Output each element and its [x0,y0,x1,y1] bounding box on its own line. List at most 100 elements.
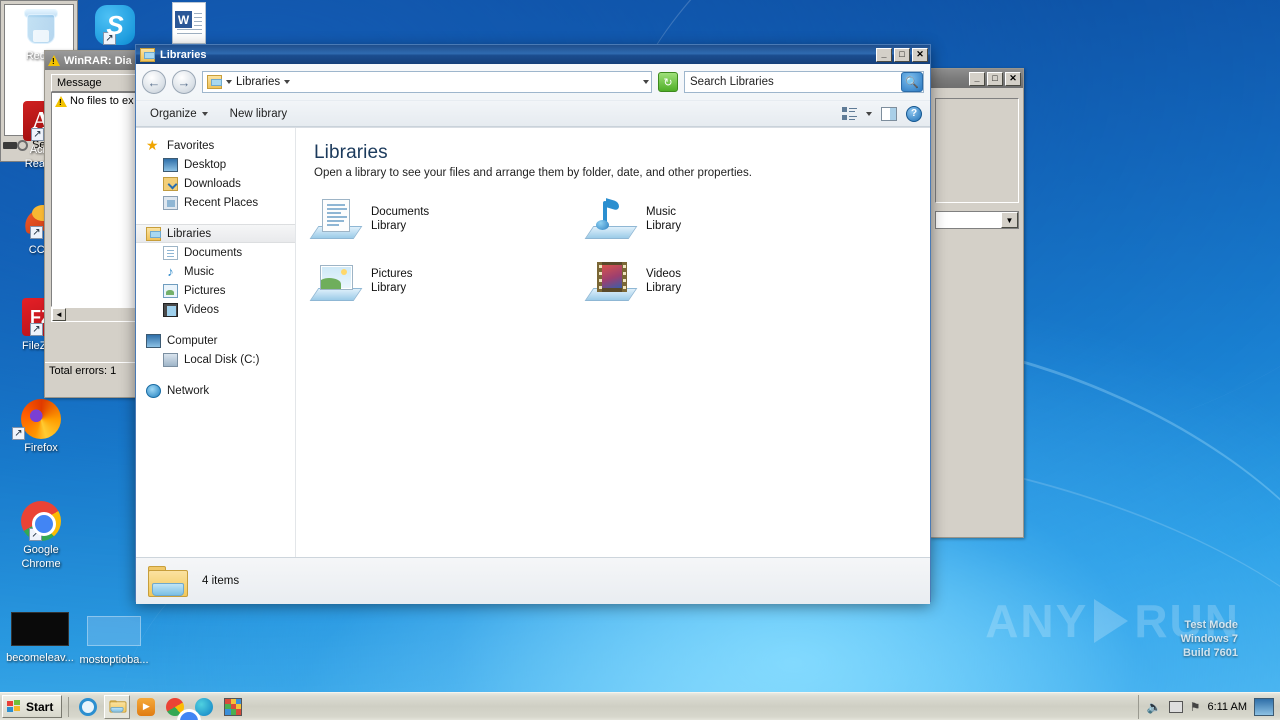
taskbar-button-internet-explorer[interactable] [75,695,101,719]
close-button[interactable]: ✕ [1005,71,1021,86]
new-library-label: New library [229,107,288,120]
maximize-button[interactable]: □ [987,71,1003,86]
library-tile-text: Videos Library [646,267,681,295]
shortcut-arrow-icon: ↗ [12,427,25,440]
firefox-icon: ↗ [4,398,78,440]
system-tray[interactable]: 🔈 ⚑ 6:11 AM [1137,694,1278,719]
search-icon[interactable]: 🔍 [901,72,923,92]
library-tile-text: Documents Library [371,205,429,233]
desktop-icon-google-chrome[interactable]: ↗ Google Chrome [4,500,78,570]
desktop-icon-becomeleav[interactable]: becomeleav... [5,608,75,664]
flag-icon[interactable]: ⚑ [1190,700,1201,714]
back-button[interactable]: ← [142,70,166,94]
sidebar-item-downloads[interactable]: Downloads [136,174,295,193]
search-input[interactable]: Search Libraries 🔍 [684,71,924,93]
warning-icon [48,55,60,66]
sidebar-item-pictures[interactable]: Pictures [136,281,295,300]
windows-explorer-window[interactable]: Libraries _ □ ✕ ← → Libraries ↻ Search L… [135,44,931,604]
refresh-button[interactable]: ↻ [658,72,678,92]
sidebar-item-local-disk[interactable]: Local Disk (C:) [136,350,295,369]
preview-pane-icon[interactable] [881,106,897,121]
sidebar-item-label: Music [184,265,215,278]
library-tile-videos[interactable]: Videos Library [584,261,864,301]
desktop-icon-mostoptioba[interactable]: mostoptioba... [78,610,150,666]
videos-icon [163,302,178,317]
sidebar-item-desktop[interactable]: Desktop [136,155,295,174]
navigation-pane[interactable]: ★ Favorites Desktop Downloads Recent Pla… [136,128,296,557]
organize-button[interactable]: Organize [144,105,214,123]
taskbar[interactable]: Start ▶ 🔈 ⚑ 6:11 AM [0,692,1280,720]
library-type: Library [646,220,682,232]
network-icon[interactable] [1168,700,1183,713]
address-bar[interactable]: Libraries [202,71,652,93]
item-count: 4 items [202,575,240,587]
minimize-button[interactable]: _ [969,71,985,86]
start-label: Start [26,699,54,714]
sidebar-item-label: Downloads [184,177,241,190]
sidebar-item-favorites[interactable]: ★ Favorites [136,136,295,155]
sidebar-item-label: Desktop [184,158,227,171]
sidebar-item-recent-places[interactable]: Recent Places [136,193,295,212]
new-library-button[interactable]: New library [224,105,294,123]
chrome-icon [166,697,202,720]
show-desktop-icon[interactable] [1254,697,1274,716]
taskbar-button-colorful-app[interactable] [220,695,246,719]
minimize-button[interactable]: _ [876,47,892,62]
blank-thumbnail-icon [78,610,150,652]
address-history-dropdown-icon[interactable] [643,80,649,84]
shortcut-arrow-icon: ↗ [30,323,43,336]
library-type: Library [646,282,682,294]
change-view-icon[interactable] [842,106,857,121]
desktop-icon-skype[interactable]: ↗ [78,4,152,46]
forward-button[interactable]: → [172,70,196,94]
start-button[interactable]: Start [2,695,63,718]
library-tile-pictures[interactable]: Pictures Library [309,261,589,301]
sidebar-item-libraries[interactable]: Libraries [136,224,295,243]
music-icon: ♪ [167,263,174,279]
maximize-button[interactable]: □ [894,47,910,62]
volume-icon[interactable]: 🔈 [1147,700,1162,714]
documents-icon [163,245,178,260]
breadcrumb[interactable]: Libraries [236,76,280,88]
clock[interactable]: 6:11 AM [1207,701,1247,713]
desktop-icon-firefox[interactable]: ↗ Firefox [4,398,78,454]
sidebar-item-network[interactable]: Network [136,381,295,400]
desktop-icon-label: becomeleav... [6,652,74,664]
shortcut-arrow-icon: ↗ [29,528,42,541]
help-icon[interactable]: ? [906,105,922,122]
breadcrumb-chevron-icon[interactable] [284,80,291,84]
library-tile-music[interactable]: Music Library [584,198,864,239]
desktop-icon-word-document[interactable]: W [152,2,226,44]
taskbar-button-media-player[interactable]: ▶ [133,695,159,719]
chevron-down-icon[interactable]: ▼ [1001,212,1018,228]
taskbar-button-windows-explorer[interactable] [104,694,131,719]
background-window-dropdown[interactable]: ▼ [935,211,1019,229]
library-name: Videos [646,268,681,280]
network-icon [146,383,161,398]
library-tile-documents[interactable]: Documents Library [309,199,589,239]
key-icon [3,139,29,151]
sidebar-item-documents[interactable]: Documents [136,243,295,262]
google-chrome-icon: ↗ [4,500,78,542]
explorer-toolbar: Organize New library ? [136,100,930,127]
view-chevron-down-icon[interactable] [866,111,872,116]
sidebar-item-label: Recent Places [184,196,259,209]
taskbar-button-google-chrome[interactable] [162,695,202,720]
desktop-icon-label: Firefox [24,442,58,454]
libraries-folder-icon [146,564,188,598]
sidebar-item-computer[interactable]: Computer [136,331,295,350]
status-bar: 4 items [136,557,930,604]
scroll-left-arrow-icon[interactable]: ◄ [52,308,66,321]
explorer-titlebar[interactable]: Libraries _ □ ✕ [136,45,930,64]
background-window[interactable]: _ □ ✕ ▼ [930,68,1024,538]
close-button[interactable]: ✕ [912,47,928,62]
chevron-down-icon[interactable] [226,80,232,84]
background-window-titlebar[interactable]: _ □ ✕ [931,69,1023,88]
library-tile-text: Music Library [646,205,681,233]
libraries-icon [146,226,161,241]
warning-icon [55,95,67,107]
videos-library-icon [584,261,638,301]
recycle-bin-icon [4,6,78,48]
sidebar-item-videos[interactable]: Videos [136,300,295,319]
sidebar-item-music[interactable]: ♪ Music [136,262,295,281]
